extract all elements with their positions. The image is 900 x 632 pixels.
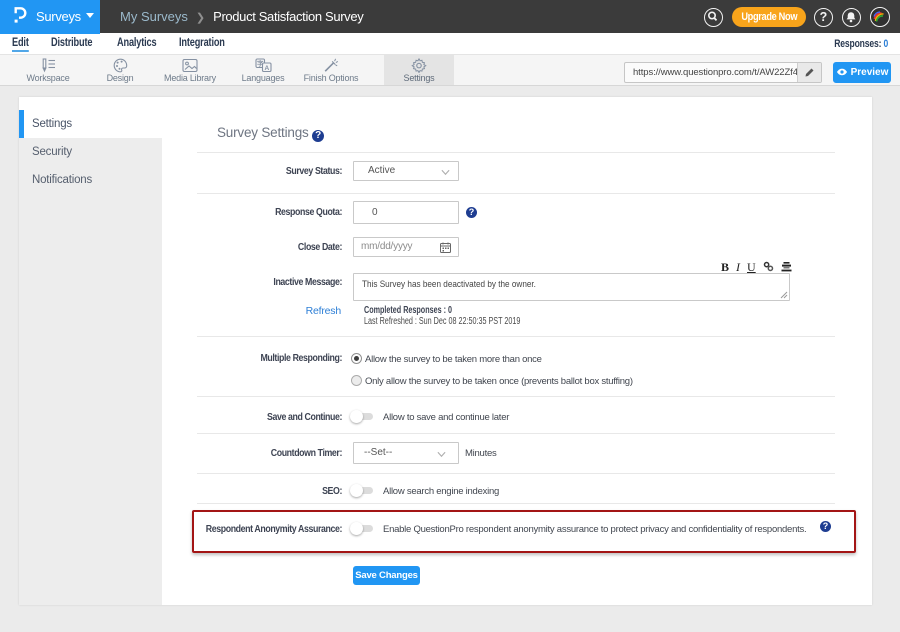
- svg-text:A: A: [264, 65, 269, 72]
- svg-text:字: 字: [256, 59, 263, 68]
